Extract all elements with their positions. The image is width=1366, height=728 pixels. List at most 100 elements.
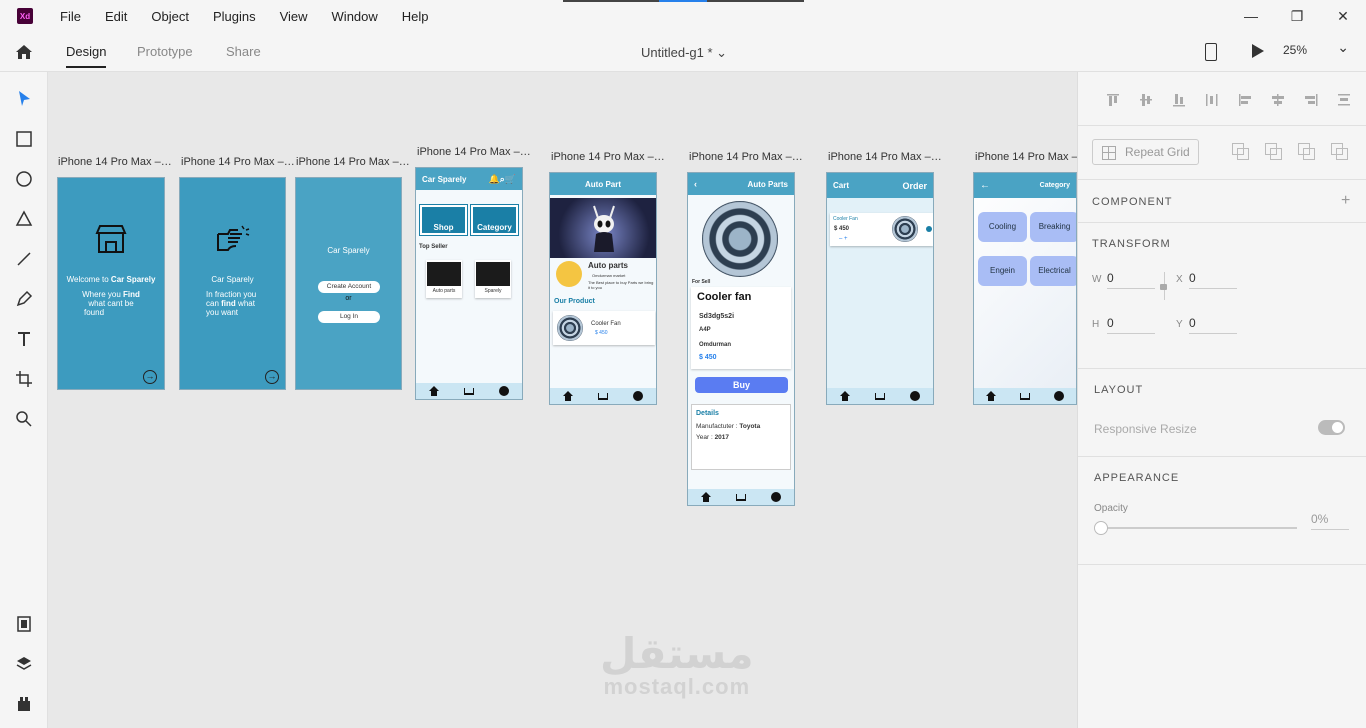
category-breaking[interactable]: Breaking: [1030, 212, 1076, 242]
height-field[interactable]: 0: [1107, 316, 1155, 334]
cart-icon[interactable]: [1020, 392, 1030, 400]
menu-view[interactable]: View: [280, 9, 308, 24]
repeat-grid-button[interactable]: Repeat Grid: [1092, 139, 1199, 165]
cart-icon[interactable]: [874, 392, 885, 400]
artboard-5-label[interactable]: iPhone 14 Pro Max –…: [551, 151, 665, 163]
select-tool-icon[interactable]: [14, 89, 34, 109]
user-icon[interactable]: [499, 386, 510, 396]
back-arrow-icon[interactable]: ‹: [694, 179, 697, 189]
artboard-8-label[interactable]: iPhone 14 Pro Max –…: [975, 151, 1077, 163]
category-cooling[interactable]: Cooling: [978, 212, 1027, 242]
artboard-4-label[interactable]: iPhone 14 Pro Max –…: [417, 146, 531, 158]
menu-object[interactable]: Object: [151, 9, 189, 24]
cart-icon[interactable]: [597, 392, 608, 400]
seller-card-2[interactable]: Sparely: [475, 260, 511, 298]
home-icon[interactable]: [14, 42, 34, 62]
pen-tool-icon[interactable]: [14, 289, 34, 309]
category-engein[interactable]: Engein: [978, 256, 1027, 286]
restore-button[interactable]: ❐: [1274, 0, 1320, 32]
category-electrical[interactable]: Electrical: [1030, 256, 1076, 286]
width-field[interactable]: 0: [1107, 271, 1155, 289]
seller-card-1[interactable]: Auto parts: [426, 260, 462, 298]
user-icon[interactable]: [633, 391, 644, 401]
user-icon[interactable]: [910, 391, 921, 401]
cart-icon[interactable]: [463, 387, 474, 395]
artboard-7-label[interactable]: iPhone 14 Pro Max –…: [828, 151, 942, 163]
artboard-8[interactable]: ← Category Cooling Breaking Engein Electr…: [973, 172, 1077, 405]
align-right-icon[interactable]: [1294, 92, 1327, 108]
device-preview-icon[interactable]: [1205, 43, 1217, 61]
home-icon[interactable]: [428, 386, 439, 396]
cart-icon[interactable]: [735, 493, 746, 501]
close-button[interactable]: ✕: [1320, 0, 1366, 32]
intersect-boolean-icon[interactable]: [1298, 143, 1315, 160]
artboard-1-label[interactable]: iPhone 14 Pro Max –…: [58, 156, 172, 168]
ellipse-tool-icon[interactable]: [14, 169, 34, 189]
responsive-resize-toggle[interactable]: [1318, 420, 1345, 435]
artboard-3[interactable]: Car Sparely Create Account or Log In: [295, 177, 402, 390]
align-middle-icon[interactable]: [1129, 92, 1162, 108]
menu-file[interactable]: File: [60, 9, 81, 24]
x-field[interactable]: 0: [1189, 271, 1237, 289]
home-icon[interactable]: [839, 391, 850, 401]
distribute-vertical-icon[interactable]: [1195, 92, 1228, 108]
artboard-6-label[interactable]: iPhone 14 Pro Max –…: [689, 151, 803, 163]
login-button[interactable]: Log In: [318, 311, 380, 323]
align-bottom-icon[interactable]: [1162, 92, 1195, 108]
zoom-select[interactable]: 25%: [1283, 39, 1357, 57]
line-tool-icon[interactable]: [14, 249, 34, 269]
artboard-6[interactable]: ‹ Auto Parts For Sell Cooler fan Sd3dg5s2…: [687, 172, 795, 506]
minimize-button[interactable]: —: [1228, 0, 1274, 32]
next-arrow-icon[interactable]: →: [265, 370, 279, 384]
back-arrow-icon[interactable]: ←: [980, 180, 990, 191]
artboard-tool-icon[interactable]: [14, 369, 34, 389]
assets-icon[interactable]: [14, 614, 34, 634]
align-center-icon[interactable]: [1261, 92, 1294, 108]
plugins-icon[interactable]: [14, 694, 34, 714]
buy-button[interactable]: Buy: [695, 377, 788, 393]
polygon-tool-icon[interactable]: [14, 209, 34, 229]
tab-prototype[interactable]: Prototype: [137, 44, 193, 59]
artboard-5[interactable]: Auto Part Auto parts Omdurman market The…: [549, 172, 657, 405]
zoom-tool-icon[interactable]: [14, 409, 34, 429]
user-icon[interactable]: [771, 492, 782, 502]
add-component-icon[interactable]: +: [1341, 192, 1350, 210]
home-icon[interactable]: [562, 391, 573, 401]
menu-window[interactable]: Window: [332, 9, 378, 24]
exclude-boolean-icon[interactable]: [1331, 143, 1348, 160]
artboard-2-label[interactable]: iPhone 14 Pro Max –…: [181, 156, 295, 168]
home-icon[interactable]: [986, 391, 996, 401]
text-tool-icon[interactable]: [14, 329, 34, 349]
document-title[interactable]: Untitled-g1 * ⌄: [641, 45, 727, 61]
artboard-2[interactable]: Car Sparely In fraction you can find wha…: [179, 177, 286, 390]
artboard-4[interactable]: Car Sparely 🔔⌕🛒 Shop Category Top Seller …: [415, 167, 523, 400]
remove-icon[interactable]: [926, 226, 932, 232]
category-tile[interactable]: Category: [470, 204, 519, 236]
opacity-slider[interactable]: [1094, 521, 1297, 535]
menu-help[interactable]: Help: [402, 9, 429, 24]
menu-edit[interactable]: Edit: [105, 9, 127, 24]
home-icon[interactable]: [700, 492, 711, 502]
y-field[interactable]: 0: [1189, 316, 1237, 334]
shop-tile[interactable]: Shop: [419, 204, 468, 236]
artboard-7[interactable]: Cart Order Cooler Fan $ 450 – +: [826, 172, 934, 405]
menu-plugins[interactable]: Plugins: [213, 9, 256, 24]
opacity-field[interactable]: 0%: [1311, 512, 1349, 530]
artboard-1[interactable]: Welcome to Car Sparely Where you Find wh…: [57, 177, 165, 390]
add-boolean-icon[interactable]: [1232, 143, 1249, 160]
create-account-button[interactable]: Create Account: [318, 281, 380, 293]
design-canvas[interactable]: iPhone 14 Pro Max –… Welcome to Car Spar…: [48, 72, 1077, 728]
product-card[interactable]: Cooler Fan $ 450: [553, 311, 655, 345]
layers-icon[interactable]: [14, 654, 34, 674]
next-arrow-icon[interactable]: →: [143, 370, 157, 384]
lock-aspect-icon[interactable]: [1158, 272, 1167, 300]
subtract-boolean-icon[interactable]: [1265, 143, 1282, 160]
user-icon[interactable]: [1054, 391, 1064, 401]
play-icon[interactable]: [1252, 44, 1264, 58]
tab-share[interactable]: Share: [226, 44, 261, 59]
tab-design[interactable]: Design: [66, 44, 107, 68]
artboard-3-label[interactable]: iPhone 14 Pro Max –…: [296, 156, 410, 168]
distribute-horizontal-icon[interactable]: [1327, 92, 1360, 108]
quantity-stepper[interactable]: – +: [839, 236, 848, 242]
rectangle-tool-icon[interactable]: [14, 129, 34, 149]
